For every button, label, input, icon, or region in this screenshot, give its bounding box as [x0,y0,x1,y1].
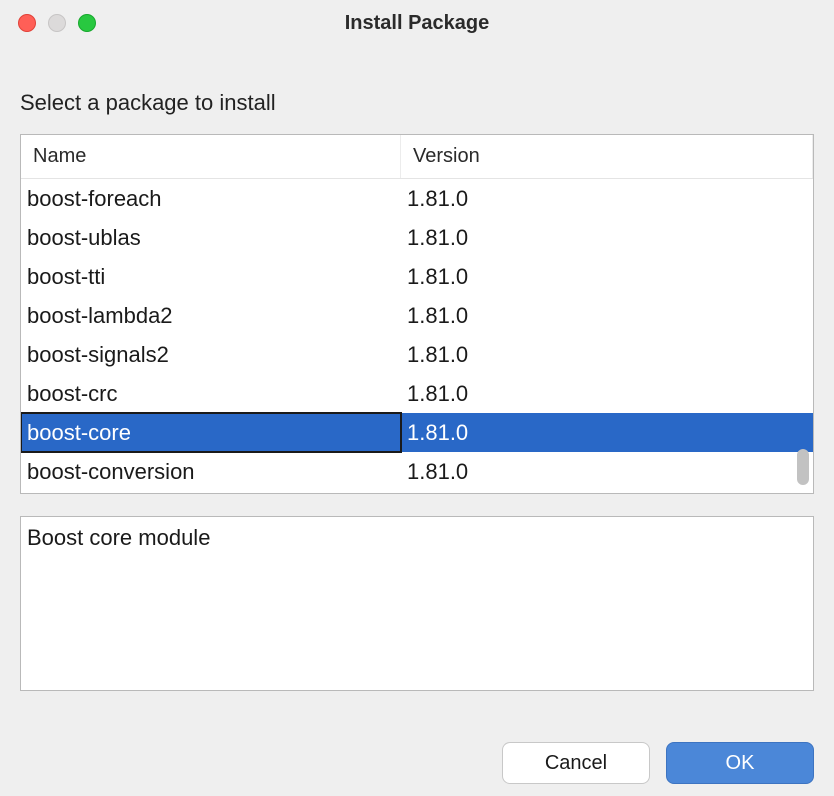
table-row[interactable]: boost-signals21.81.0 [21,335,813,374]
package-name-cell: boost-lambda2 [21,303,401,329]
package-description: Boost core module [20,516,814,691]
package-version-cell: 1.81.0 [401,264,813,290]
package-table: Name Version boost-foreach1.81.0boost-ub… [20,134,814,494]
table-row[interactable]: boost-core1.81.0 [21,413,813,452]
package-name-cell: boost-foreach [21,186,401,212]
maximize-window-button[interactable] [78,14,96,32]
package-version-cell: 1.81.0 [401,303,813,329]
package-version-cell: 1.81.0 [401,459,813,485]
package-name-cell: boost-ublas [21,225,401,251]
column-header-name[interactable]: Name [21,135,401,178]
column-header-version[interactable]: Version [401,135,813,178]
minimize-window-button [48,14,66,32]
table-row[interactable]: boost-ublas1.81.0 [21,218,813,257]
instruction-text: Select a package to install [20,90,814,116]
table-row[interactable]: boost-foreach1.81.0 [21,179,813,218]
table-row[interactable]: boost-conversion1.81.0 [21,452,813,491]
ok-button[interactable]: OK [666,742,814,784]
package-version-cell: 1.81.0 [401,381,813,407]
package-version-cell: 1.81.0 [401,342,813,368]
table-row[interactable]: boost-tti1.81.0 [21,257,813,296]
window-title: Install Package [0,12,834,35]
dialog-buttons: Cancel OK [502,742,814,784]
package-name-cell: boost-signals2 [21,342,401,368]
table-header: Name Version [21,135,813,179]
package-name-cell: boost-core [21,413,401,452]
table-body: boost-foreach1.81.0boost-ublas1.81.0boos… [21,179,813,491]
table-row[interactable]: boost-lambda21.81.0 [21,296,813,335]
package-name-cell: boost-crc [21,381,401,407]
package-name-cell: boost-tti [21,264,401,290]
package-version-cell: 1.81.0 [401,420,813,446]
package-version-cell: 1.81.0 [401,186,813,212]
close-window-button[interactable] [18,14,36,32]
table-row[interactable]: boost-crc1.81.0 [21,374,813,413]
package-name-cell: boost-conversion [21,459,401,485]
scrollbar-thumb[interactable] [797,449,809,485]
window-controls [18,14,96,32]
titlebar: Install Package [0,0,834,46]
package-version-cell: 1.81.0 [401,225,813,251]
cancel-button[interactable]: Cancel [502,742,650,784]
